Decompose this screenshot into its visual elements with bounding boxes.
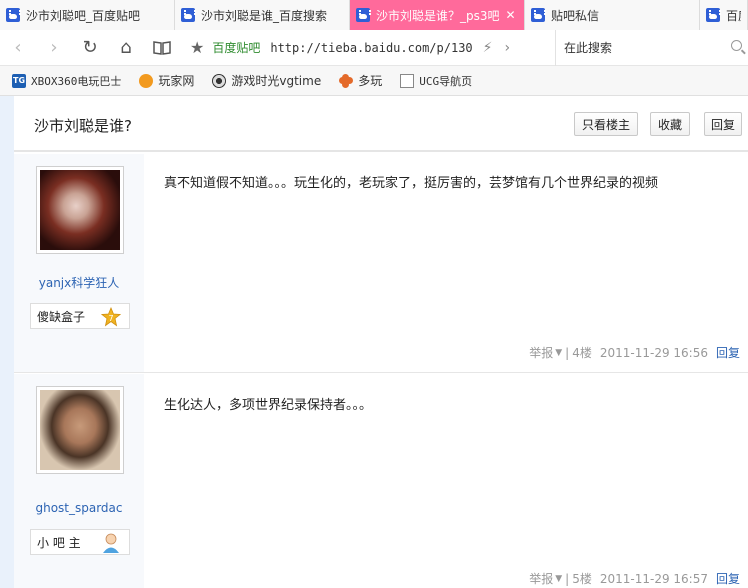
tab-private-message[interactable]: 贴吧私信: [525, 0, 700, 30]
report-link[interactable]: 举报: [529, 344, 553, 361]
reply-link[interactable]: 回复: [716, 570, 740, 587]
search-box: [555, 30, 748, 66]
chevron-right-icon[interactable]: ›: [505, 40, 511, 56]
post-content: 真不知道假不知道。。。玩生化的，老玩家了，挺厉害的，芸梦馆有几个世界纪录的视频: [164, 176, 659, 191]
forward-button[interactable]: ›: [36, 30, 72, 66]
post-time: 2011-11-29 16:56: [599, 345, 708, 360]
bookmark-vgtime[interactable]: 游戏时光vgtime: [212, 72, 321, 89]
bookmarks-bar: TG XBOX360电玩巴士 玩家网 游戏时光vgtime 多玩 UCG导航页: [0, 66, 748, 96]
bookmark-label: 游戏时光vgtime: [231, 74, 322, 88]
reading-mode-button[interactable]: [144, 30, 180, 66]
refresh-button[interactable]: ↻: [72, 30, 108, 66]
baidu-paw-icon: [706, 8, 721, 22]
book-icon: [153, 40, 171, 55]
post-time: 2011-11-29 16:57: [599, 571, 708, 586]
member-title-text: 小 吧 主: [37, 535, 81, 550]
home-button[interactable]: ⌂: [108, 30, 144, 66]
tab-shashi-liucong-bar[interactable]: 沙市刘聪吧_百度贴吧: [0, 0, 175, 30]
svg-text:7: 7: [108, 314, 113, 323]
navigation-bar: ‹ › ↻ ⌂ ★ 百度贴吧 http://tieba.baidu.com/p/…: [0, 30, 748, 66]
bookmark-label: UCG导航页: [419, 74, 473, 88]
tab-title: 贴吧私信: [551, 8, 600, 23]
level-badge-icon: 7: [100, 306, 122, 327]
lightning-icon[interactable]: ⚡: [483, 40, 493, 56]
game-icon: [139, 73, 154, 88]
url-text[interactable]: http://tieba.baidu.com/p/130: [270, 41, 472, 55]
reply-link[interactable]: 回复: [716, 344, 740, 361]
floor-number: 4楼: [572, 346, 592, 360]
post-content: 生化达人，多项世界纪录保持者。。。: [164, 398, 373, 413]
tg-icon: TG: [12, 73, 26, 88]
username-link[interactable]: ghost_spardac: [14, 501, 144, 515]
tab-title: 沙市刘聪是谁_百度搜索: [201, 8, 328, 23]
member-title-badge[interactable]: 傻缺盒子 7: [30, 303, 130, 329]
duowan-icon: [339, 73, 353, 88]
username-link[interactable]: yanjx科学狂人: [14, 274, 144, 291]
bookmark-label: 多玩: [358, 74, 383, 88]
bookmark-label: 玩家网: [158, 74, 195, 88]
search-icon[interactable]: [731, 40, 742, 51]
caret-down-icon[interactable]: ▼: [555, 348, 562, 358]
member-title-badge[interactable]: 小 吧 主: [30, 529, 130, 555]
post-meta: 举报 ▼ | 4楼 2011-11-29 16:56 回复: [529, 344, 740, 361]
page-icon: [400, 73, 415, 88]
only-op-button[interactable]: 只看楼主: [574, 112, 638, 136]
moderator-icon: [101, 532, 121, 554]
close-icon[interactable]: ✕: [506, 8, 516, 22]
avatar[interactable]: [36, 166, 124, 254]
tab-ps3-bar[interactable]: 沙市刘聪是谁？_ps3吧 ✕: [350, 0, 525, 30]
report-link[interactable]: 举报: [529, 570, 553, 587]
site-label: 百度贴吧: [212, 41, 261, 55]
favorite-button[interactable]: 收藏: [650, 112, 690, 136]
baidu-paw-icon: [356, 8, 371, 22]
tab-baidu[interactable]: 百度: [700, 0, 748, 30]
meta-separator: |: [565, 571, 570, 586]
baidu-paw-icon: [6, 8, 21, 22]
search-input[interactable]: [564, 41, 724, 55]
post-floor-5: ghost_spardac 小 吧 主 生化达人，多项世界纪录保持者。。。 举报…: [14, 374, 748, 588]
left-border: [0, 96, 14, 588]
clock-icon: [212, 73, 227, 88]
meta-separator: |: [565, 345, 570, 360]
floor-number: 5楼: [572, 572, 592, 586]
caret-down-icon[interactable]: ▼: [555, 574, 562, 584]
avatar[interactable]: [36, 386, 124, 474]
bookmark-xbox360[interactable]: TG XBOX360电玩巴士: [12, 73, 121, 89]
bookmark-ucg[interactable]: UCG导航页: [400, 73, 472, 89]
address-field[interactable]: ★ 百度贴吧 http://tieba.baidu.com/p/130 ⚡ ›: [190, 30, 510, 66]
bookmark-label: XBOX360电玩巴士: [31, 74, 122, 88]
tab-bar: 沙市刘聪吧_百度贴吧 沙市刘聪是谁_百度搜索 沙市刘聪是谁？_ps3吧 ✕ 贴吧…: [0, 0, 748, 30]
reply-thread-button[interactable]: 回复: [704, 112, 742, 136]
post-meta: 举报 ▼ | 5楼 2011-11-29 16:57 回复: [529, 570, 740, 587]
member-title-text: 傻缺盒子: [37, 309, 86, 324]
bookmark-wanjia[interactable]: 玩家网: [139, 72, 194, 89]
tab-title: 沙市刘聪吧_百度贴吧: [26, 8, 141, 23]
baidu-paw-icon: [531, 8, 546, 22]
baidu-paw-icon: [181, 8, 196, 22]
bookmark-duowan[interactable]: 多玩: [339, 72, 382, 89]
page-title: 沙市刘聪是谁?: [34, 117, 132, 135]
tab-title: 沙市刘聪是谁？_ps3吧: [376, 8, 500, 23]
tab-baidu-search[interactable]: 沙市刘聪是谁_百度搜索: [175, 0, 350, 30]
author-panel: yanjx科学狂人 傻缺盒子 7: [14, 154, 144, 372]
tab-title: 百度: [726, 8, 741, 23]
author-panel: ghost_spardac 小 吧 主: [14, 374, 144, 588]
thread-header: 沙市刘聪是谁? 只看楼主 收藏 回复: [14, 96, 748, 152]
page-content: 沙市刘聪是谁? 只看楼主 收藏 回复 yanjx科学狂人 傻缺盒子 7 真不知道…: [0, 96, 748, 588]
post-floor-4: yanjx科学狂人 傻缺盒子 7 真不知道假不知道。。。玩生化的，老玩家了，挺厉…: [14, 154, 748, 373]
back-button[interactable]: ‹: [0, 30, 36, 66]
star-icon[interactable]: ★: [190, 38, 204, 57]
